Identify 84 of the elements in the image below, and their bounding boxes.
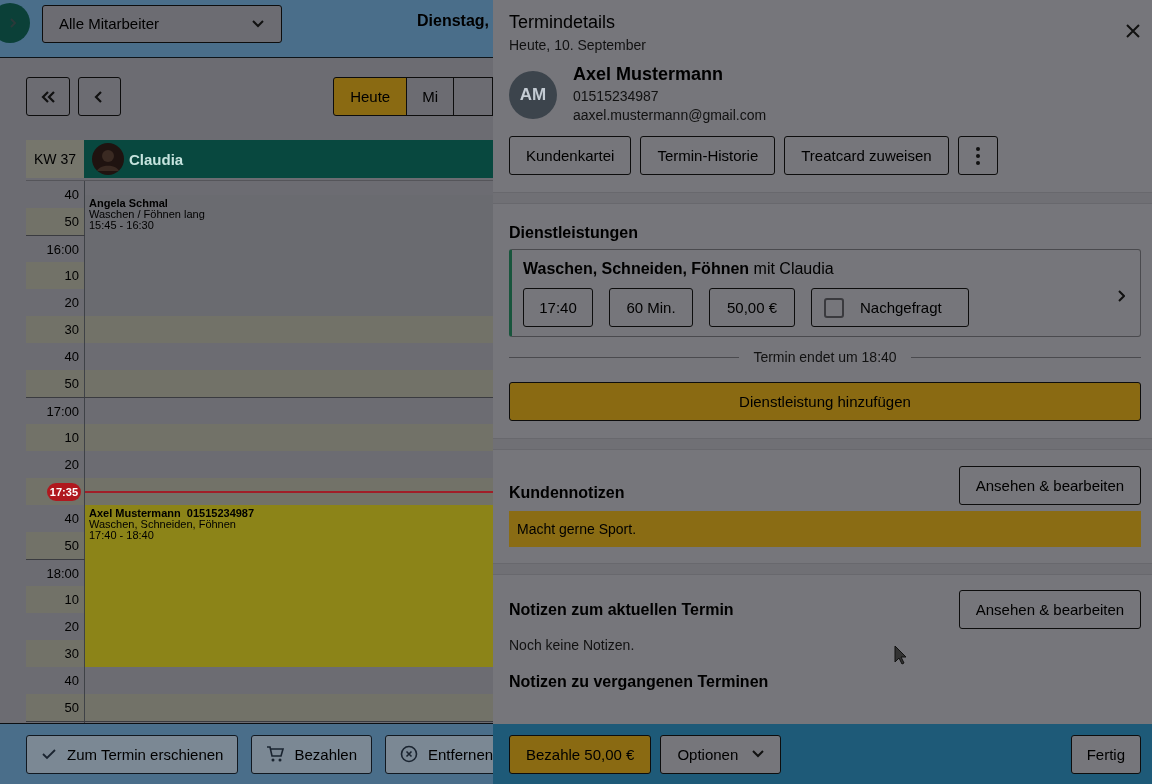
time-label: 20 xyxy=(64,457,79,472)
time-label: 10 xyxy=(64,592,79,607)
close-button[interactable] xyxy=(1124,22,1142,40)
section-heading: Dienstleistungen xyxy=(509,224,639,242)
pay-button[interactable]: Bezahlen xyxy=(251,734,372,774)
view-tab[interactable]: Mi xyxy=(406,77,454,116)
panel-subtitle: Heute, 10. September xyxy=(509,37,647,53)
time-label: 16:00 xyxy=(46,241,79,257)
time-label: 10 xyxy=(64,430,79,445)
more-button[interactable] xyxy=(957,136,998,175)
time-label: 50 xyxy=(64,214,79,229)
close-icon xyxy=(1126,24,1140,38)
chevron-left-icon xyxy=(94,89,105,104)
time-label: 40 xyxy=(64,187,79,202)
jump-back-button[interactable] xyxy=(26,77,70,116)
time-label: 18:00 xyxy=(46,565,79,581)
duration-field[interactable]: 60 Min. xyxy=(609,288,693,327)
caret-icon xyxy=(251,18,265,29)
chevron-right-icon xyxy=(8,16,18,29)
client-phone: 01515234987 xyxy=(573,88,660,104)
cursor-icon xyxy=(894,645,908,665)
client-action-button[interactable]: Treatcard zuweisen xyxy=(784,136,949,175)
date-title: Dienstag, xyxy=(417,12,489,30)
appointment-block[interactable]: Axel Mustermann 01515234987 Waschen, Schneiden, Föhnen 17:40 - 18:40 xyxy=(85,505,493,667)
view-edit-button[interactable]: Ansehen & bearbeiten xyxy=(959,590,1141,629)
time-label: 50 xyxy=(64,700,79,715)
time-label: 20 xyxy=(64,619,79,634)
pay-button[interactable]: Bezahle 50,00 € xyxy=(509,734,652,774)
customer-note: Macht gerne Sport. xyxy=(509,511,1141,547)
done-button[interactable]: Fertig xyxy=(1070,734,1141,774)
options-dropdown[interactable]: Optionen xyxy=(660,734,782,774)
appointment-time: 15:45 - 16:30 xyxy=(89,219,155,231)
section-heading: Notizen zum aktuellen Termin xyxy=(509,600,734,619)
view-tab[interactable]: Heute xyxy=(333,77,408,116)
client-avatar: AM xyxy=(509,71,557,119)
section-heading: Notizen zu vergangenen Terminen xyxy=(509,673,770,691)
requested-toggle[interactable]: Nachgefragt xyxy=(811,288,969,327)
time-label: 50 xyxy=(64,376,79,391)
end-time-note: Termin endet um 18:40 xyxy=(753,349,897,365)
attended-button[interactable]: Zum Termin erschienen xyxy=(26,734,239,774)
appointment-service: Waschen / Föhnen lang xyxy=(89,208,206,220)
view-tab[interactable] xyxy=(453,77,493,116)
checkbox[interactable] xyxy=(824,297,844,318)
staff-name: Claudia xyxy=(129,150,184,168)
empty-notes-text: Noch keine Notizen. xyxy=(509,637,636,653)
section-heading: Kundennotizen xyxy=(509,484,625,502)
add-service-button[interactable]: Dienstleistung hinzufügen xyxy=(509,382,1141,421)
start-time-field[interactable]: 17:40 xyxy=(523,288,593,327)
time-label: 50 xyxy=(64,538,79,553)
caret-icon xyxy=(752,750,765,758)
client-name: Axel Mustermann xyxy=(573,63,725,85)
service-card[interactable]: Waschen, Schneiden, Föhnen mit Claudia 17:40 60 Min. 50,00 € Nachgefragt xyxy=(509,249,1141,337)
employee-dropdown[interactable]: Alle Mitarbeiter xyxy=(42,4,282,43)
time-label: 40 xyxy=(64,511,79,526)
remove-button[interactable]: Entfernen xyxy=(385,734,493,774)
price-field[interactable]: 50,00 € xyxy=(709,288,795,327)
week-number: KW 37 xyxy=(26,140,84,178)
time-label: 20 xyxy=(64,295,79,310)
previous-button[interactable] xyxy=(77,77,122,116)
close-circle-icon xyxy=(400,745,418,763)
time-label: 30 xyxy=(64,322,79,337)
time-label: 17:00 xyxy=(46,403,79,419)
client-action-button[interactable]: Kundenkartei xyxy=(509,136,632,175)
appointment-client: Axel Mustermann 01515234987 xyxy=(89,508,256,519)
time-label: 30 xyxy=(64,646,79,661)
avatar xyxy=(92,143,124,175)
double-chevron-left-icon xyxy=(39,89,56,104)
checkmark-icon xyxy=(41,746,57,762)
more-icon xyxy=(975,146,980,165)
chevron-right-icon xyxy=(1117,290,1125,302)
panel-title: Termindetails xyxy=(509,11,616,33)
client-email: aaxel.mustermann@gmail.com xyxy=(573,107,767,123)
time-label: 10 xyxy=(64,268,79,283)
sidebar-toggle[interactable] xyxy=(0,2,30,43)
cart-icon xyxy=(266,745,285,763)
time-label: 40 xyxy=(64,673,79,688)
view-edit-button[interactable]: Ansehen & bearbeiten xyxy=(959,466,1141,505)
current-time-badge: 17:35 xyxy=(46,482,81,501)
appointment-service: Waschen, Schneiden, Föhnen xyxy=(89,519,237,530)
client-action-button[interactable]: Termin-Historie xyxy=(640,136,776,175)
service-title: Waschen, Schneiden, Föhnen mit Claudia xyxy=(523,260,834,277)
appointment-time: 17:40 - 18:40 xyxy=(89,530,154,541)
time-label: 40 xyxy=(64,349,79,364)
appointment-client: Angela Schmal xyxy=(89,197,169,209)
